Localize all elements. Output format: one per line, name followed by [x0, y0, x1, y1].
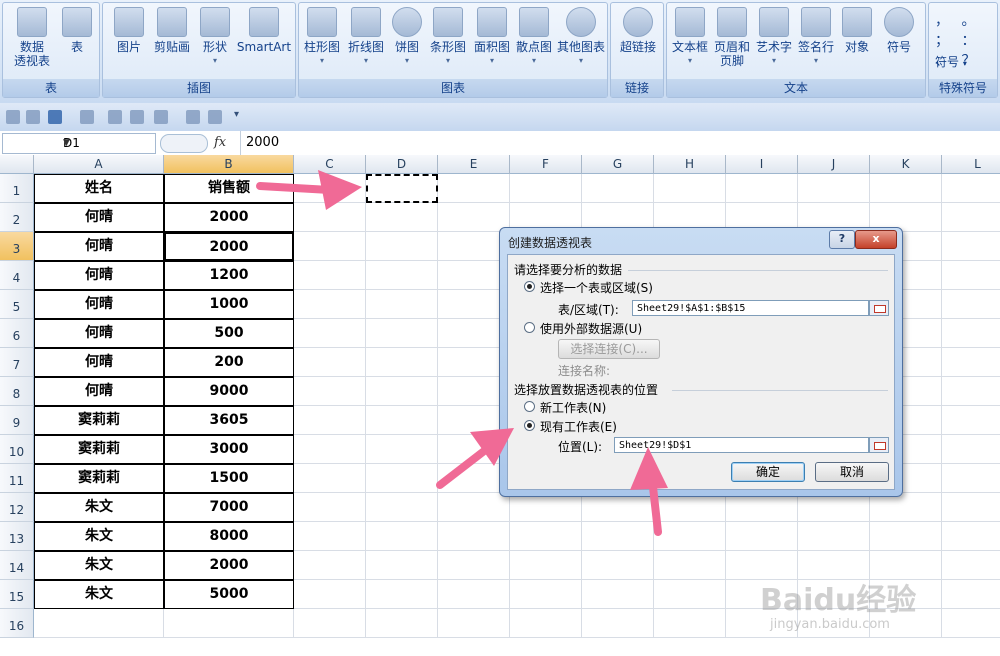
arrow-to-existing-worksheet — [436, 428, 514, 489]
baidu-watermark-url: jingyan.baidu.com — [770, 617, 890, 632]
arrow-to-location — [630, 447, 668, 536]
baidu-watermark-logo: Baidu经验 — [760, 583, 917, 618]
arrow-to-d1 — [256, 170, 362, 210]
annotation-arrows — [256, 170, 668, 536]
